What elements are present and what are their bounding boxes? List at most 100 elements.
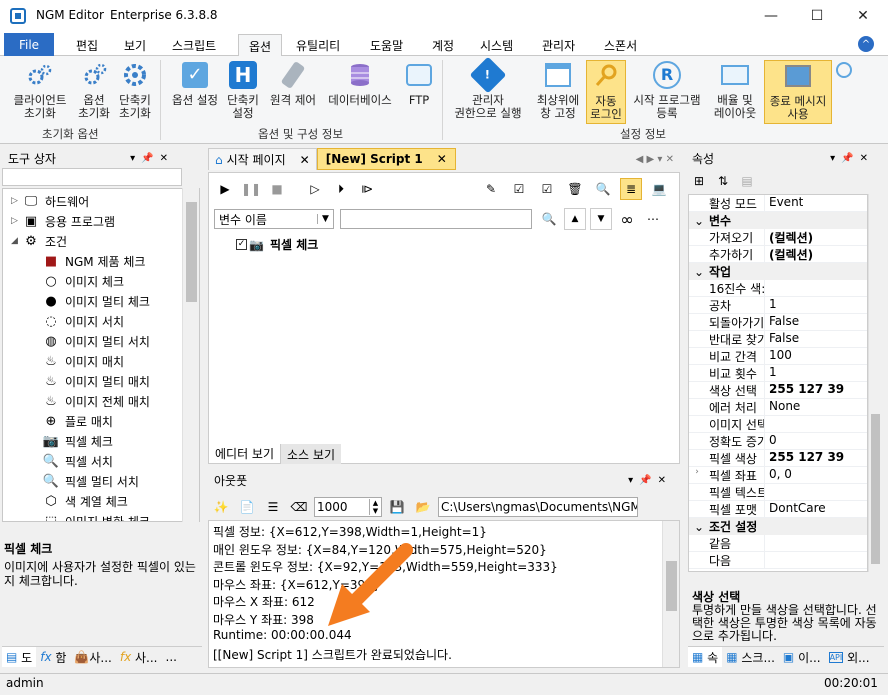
property-row[interactable]: 다음 <box>689 552 867 569</box>
property-value[interactable] <box>765 535 769 551</box>
property-row[interactable]: 비교 횟수 1 <box>689 365 867 382</box>
tab-admin[interactable]: 관리자 <box>532 34 585 56</box>
property-value[interactable]: 1 <box>765 297 777 313</box>
variable-select[interactable]: 변수 이름 ▼ <box>214 209 334 229</box>
property-value[interactable]: (컬렉션) <box>765 229 813 245</box>
step-over-icon[interactable]: ⧐ <box>356 178 378 200</box>
edit-icon[interactable]: ✎ <box>480 178 502 200</box>
ribbon-collapse-icon[interactable]: ^ <box>858 36 874 52</box>
lines-icon[interactable]: ☰ <box>262 496 284 518</box>
check-icon[interactable]: ☑ <box>536 178 558 200</box>
tab-editor-view[interactable]: 에디터 보기 <box>208 444 282 464</box>
toolbox-item[interactable]: ▷ 🖵 하드웨어 <box>3 191 199 211</box>
categorized-icon[interactable]: ⊞ <box>688 170 710 192</box>
tab-functions[interactable]: fx 함 <box>36 647 70 667</box>
property-value[interactable]: 0 <box>765 433 777 449</box>
toolbox-search[interactable] <box>2 168 182 186</box>
toolbox-item[interactable]: ♨ 이미지 멀티 매치 <box>3 371 199 391</box>
property-category[interactable]: ⌄ 작업 <box>689 263 867 280</box>
property-value[interactable]: 0, 0 <box>765 467 792 483</box>
tab-system[interactable]: 시스템 <box>470 34 523 56</box>
collapse-icon[interactable]: ⌄ <box>689 265 709 279</box>
panel-controls-icon[interactable]: ▾📌✕ <box>830 153 874 164</box>
property-value[interactable] <box>765 280 769 296</box>
tab-user-2[interactable]: fx 사... <box>116 647 162 667</box>
document-icon[interactable]: 📄 <box>236 496 258 518</box>
expanded-icon[interactable]: ◢ <box>11 236 23 246</box>
output-scrollbar[interactable] <box>662 521 679 667</box>
toolbox-item[interactable]: ● 이미지 멀티 체크 <box>3 291 199 311</box>
property-pages-icon[interactable]: ▤ <box>736 170 758 192</box>
maximize-button[interactable]: ☐ <box>794 0 840 32</box>
toolbox-item[interactable]: ⊕ 플로 매치 <box>3 411 199 431</box>
tab-toolbox[interactable]: ▤ 도 <box>2 647 37 667</box>
auto-login-button[interactable]: 자동 로그인 <box>586 60 626 124</box>
hotkey-reset-button[interactable]: 단축키 초기화 <box>114 60 156 120</box>
property-row[interactable]: 가져오기 (컬렉션) <box>689 229 867 246</box>
property-row[interactable]: 픽셀 텍스트 <box>689 484 867 501</box>
property-row[interactable]: 픽셀 포맷 DontCare <box>689 501 867 518</box>
run-as-admin-button[interactable]: ! 관리자 권한으로 실행 <box>446 56 530 120</box>
expand-icon[interactable]: ▷ <box>11 196 23 206</box>
toolbox-item[interactable]: 🔍 픽셀 서치 <box>3 451 199 471</box>
wand-icon[interactable]: ✨ <box>210 496 232 518</box>
tab-help[interactable]: 도움말 <box>360 34 413 56</box>
property-row[interactable]: 활성 모드 Event <box>689 195 867 212</box>
property-value[interactable]: False <box>765 331 799 347</box>
toolbox-item[interactable]: 📷 픽셀 체크 <box>3 431 199 451</box>
step-into-icon[interactable]: ⏵ <box>330 178 352 200</box>
toolbox-item[interactable]: ⬡ 색 계열 체크 <box>3 491 199 511</box>
laptop-icon[interactable]: 💻 <box>648 178 670 200</box>
tab-user-1[interactable]: 👜 사... <box>70 647 115 667</box>
search-icon[interactable]: 🔍 <box>592 178 614 200</box>
output-count-stepper[interactable]: 1000 ▲ ▼ <box>314 497 382 517</box>
property-value[interactable] <box>765 416 769 432</box>
property-value[interactable] <box>765 552 769 568</box>
property-row[interactable]: 색상 선택 255 127 39 <box>689 382 867 399</box>
tab-images[interactable]: ▣ 이... <box>779 647 825 667</box>
tab-edit[interactable]: 편집 <box>66 34 108 56</box>
exit-message-button[interactable]: 종료 메시지 사용 <box>764 60 832 124</box>
property-row[interactable]: 같음 <box>689 535 867 552</box>
property-row[interactable]: 픽셀 색상 255 127 39 <box>689 450 867 467</box>
tab-scripts[interactable]: ▦ 스크... <box>722 647 779 667</box>
toolbox-item[interactable]: ▷ ▣ 응용 프로그램 <box>3 211 199 231</box>
checkbox-icon[interactable]: ✓ <box>236 239 247 250</box>
tab-script[interactable]: 스크립트 <box>162 34 226 56</box>
expand-icon[interactable]: ▷ <box>11 216 23 226</box>
play-icon[interactable]: ▶ <box>214 178 236 200</box>
toolbox-item[interactable]: ◌ 이미지 서치 <box>3 311 199 331</box>
toolbox-scrollbar[interactable] <box>182 188 199 522</box>
panel-controls-icon[interactable]: ▾📌✕ <box>130 153 174 164</box>
tab-more[interactable]: ... <box>162 647 181 667</box>
toolbox-item[interactable]: ♨ 이미지 매치 <box>3 351 199 371</box>
script-item-pixel-check[interactable]: ✓ 📷 픽셀 체크 <box>236 236 318 253</box>
minimize-button[interactable]: — <box>748 0 794 32</box>
close-icon[interactable]: ✕ <box>437 152 447 166</box>
pause-icon[interactable]: ❚❚ <box>240 178 262 200</box>
eraser-icon[interactable]: ⌫ <box>288 496 310 518</box>
property-row[interactable]: 추가하기 (컬렉션) <box>689 246 867 263</box>
property-value[interactable]: 255 127 39 <box>765 382 844 398</box>
property-value[interactable]: DontCare <box>765 501 826 517</box>
tab-view[interactable]: 보기 <box>114 34 156 56</box>
property-category[interactable]: ⌄ 조건 설정 <box>689 518 867 535</box>
tab-options[interactable]: 옵션 <box>238 34 283 57</box>
toolbox-item[interactable]: ⬚ 이미지 변화 체크 <box>3 511 199 522</box>
property-row[interactable]: 비교 간격 100 <box>689 348 867 365</box>
hotkey-settings-button[interactable]: H 단축키 설정 <box>224 60 262 120</box>
tree-view-icon[interactable]: ≣ <box>620 178 642 200</box>
close-button[interactable]: ✕ <box>840 0 886 32</box>
property-row[interactable]: 에러 처리 None <box>689 399 867 416</box>
collapse-icon[interactable]: ⌄ <box>689 520 709 534</box>
output-path-input[interactable]: C:\Users\ngmas\Documents\NGM6\ <box>438 497 638 517</box>
topmost-button[interactable]: 최상위에 창 고정 <box>530 60 586 120</box>
property-value[interactable]: None <box>765 399 800 415</box>
step-icon[interactable]: ▷ <box>304 178 326 200</box>
toolbox-item[interactable]: 🔍 픽셀 멀티 서치 <box>3 471 199 491</box>
database-button[interactable]: 데이터베이스 <box>322 60 398 107</box>
ftp-button[interactable]: FTP <box>400 60 438 107</box>
tab-start-page[interactable]: ⌂ 시작 페이지 ✕ <box>208 148 317 170</box>
property-value[interactable]: Event <box>765 195 803 211</box>
search-icon[interactable]: 🔍 <box>538 208 560 230</box>
